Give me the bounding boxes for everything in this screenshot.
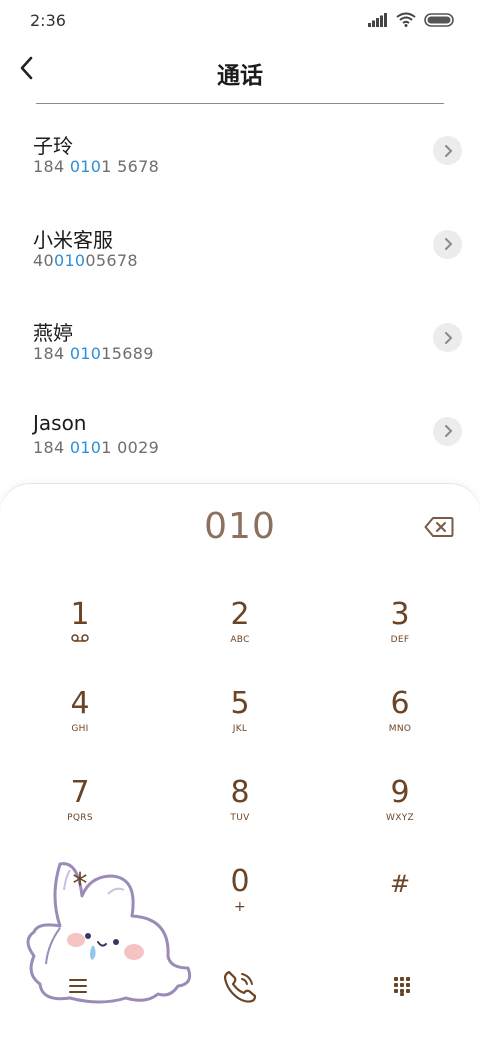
key-8[interactable]: 8 TUV xyxy=(180,778,300,858)
key-digit: 5 xyxy=(230,686,250,721)
contact-number: 184 01015689 xyxy=(33,344,154,363)
contact-number: 184 0101 5678 xyxy=(33,157,160,176)
key-7[interactable]: 7 PQRS xyxy=(20,778,140,858)
key-digit: # xyxy=(389,870,411,898)
key-digit: * xyxy=(72,867,88,902)
chevron-right-icon xyxy=(444,425,452,437)
contact-name: 燕婷 xyxy=(33,321,73,345)
contact-detail-button[interactable] xyxy=(433,229,462,259)
key-hash[interactable]: # xyxy=(340,872,460,952)
match-highlight: 010 xyxy=(69,437,102,457)
dialpad-grid-icon xyxy=(394,977,410,996)
key-digit: 3 xyxy=(390,597,410,632)
contact-name: 子玲 xyxy=(33,134,73,158)
status-bar: 2:36 xyxy=(0,0,480,40)
result-row[interactable]: 小米客服 4001005678 xyxy=(0,198,480,292)
key-9[interactable]: 9 WXYZ xyxy=(340,778,460,858)
key-digit: 1 xyxy=(70,597,90,632)
chevron-right-icon xyxy=(444,238,452,250)
contact-number: 184 0101 0029 xyxy=(33,437,160,457)
key-letters: DEF xyxy=(390,635,410,645)
contact-number: 4001005678 xyxy=(33,250,138,270)
status-time: 2:36 xyxy=(30,11,66,30)
key-letters: ABC xyxy=(230,635,250,645)
key-digit: 7 xyxy=(70,775,90,810)
result-row[interactable]: 子玲 184 0101 5678 xyxy=(0,104,480,198)
result-row[interactable]: 燕婷 184 01015689 xyxy=(0,291,480,385)
key-digit: 8 xyxy=(230,775,250,810)
chevron-right-icon xyxy=(444,331,452,344)
menu-icon xyxy=(69,979,87,993)
menu-button[interactable] xyxy=(56,966,100,1006)
key-2[interactable]: 2 ABC xyxy=(180,600,300,680)
key-3[interactable]: 3 DEF xyxy=(340,600,460,680)
match-highlight: 010 xyxy=(53,250,86,270)
contact-detail-button[interactable] xyxy=(433,416,462,446)
key-letters: GHI xyxy=(71,724,89,734)
key-star[interactable]: * xyxy=(20,870,140,950)
key-5[interactable]: 5 JKL xyxy=(180,689,300,769)
key-letters: WXYZ xyxy=(386,813,414,823)
chevron-right-icon xyxy=(444,144,452,157)
key-digit: 6 xyxy=(390,686,410,721)
contact-detail-button[interactable] xyxy=(433,136,462,165)
status-icons xyxy=(368,12,454,27)
key-letters: + xyxy=(233,899,247,915)
backspace-icon[interactable] xyxy=(424,516,454,538)
result-row[interactable]: Jason 184 0101 0029 xyxy=(0,385,480,479)
key-letters: JKL xyxy=(232,724,248,734)
contact-name: Jason xyxy=(33,410,87,435)
signal-icon xyxy=(368,12,387,27)
key-digit: 4 xyxy=(70,686,90,721)
voicemail-icon xyxy=(71,634,89,642)
key-digit: 2 xyxy=(230,597,250,632)
key-6[interactable]: 6 MNO xyxy=(340,689,460,769)
key-letters: PQRS xyxy=(67,813,93,823)
key-4[interactable]: 4 GHI xyxy=(20,689,140,769)
call-button[interactable] xyxy=(214,962,266,1010)
key-digit: 0 xyxy=(230,864,250,899)
dialed-number: 010 xyxy=(204,506,276,547)
header: 通话 xyxy=(0,40,480,102)
key-0[interactable]: 0 + xyxy=(180,867,300,947)
keypad-toggle-button[interactable] xyxy=(380,966,424,1006)
match-highlight: 010 xyxy=(69,344,102,363)
contact-detail-button[interactable] xyxy=(433,323,462,352)
key-1[interactable]: 1 xyxy=(20,600,140,680)
phone-call-icon xyxy=(223,970,257,1003)
key-digit: 9 xyxy=(390,775,410,810)
search-results: 子玲 184 0101 5678 小米客服 4001005678 燕婷 184 … xyxy=(0,104,480,478)
page-title: 通话 xyxy=(217,63,263,89)
wifi-icon xyxy=(396,12,416,27)
key-letters: TUV xyxy=(230,813,250,823)
contact-name: 小米客服 xyxy=(33,227,113,252)
match-highlight: 010 xyxy=(69,157,102,176)
battery-icon xyxy=(424,12,454,27)
key-letters: MNO xyxy=(388,724,412,734)
